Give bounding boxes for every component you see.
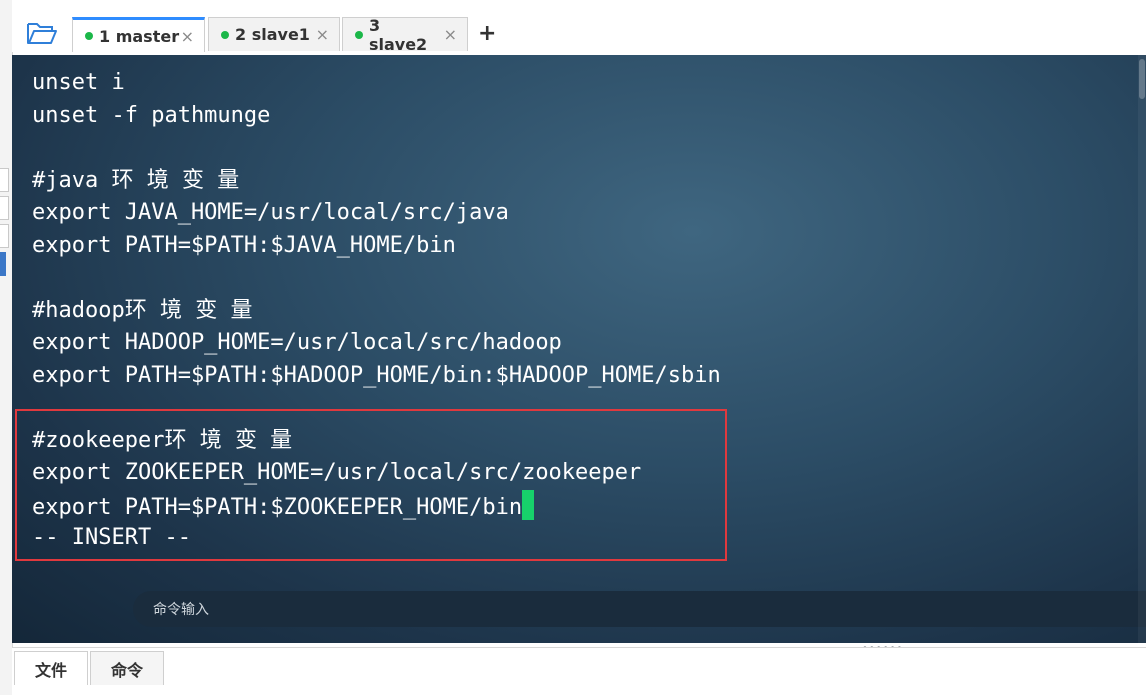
tab-slave2[interactable]: 3 slave2 × (342, 15, 468, 54)
tab-files[interactable]: 文件 (14, 651, 88, 685)
tab-slave1[interactable]: 2 slave1 × (208, 17, 340, 51)
tab-label: 命令 (110, 660, 143, 680)
terminal-line: export PATH=$PATH:$HADOOP_HOME/bin:$HADO… (32, 360, 721, 393)
terminal-line-text: unset -f pathmunge (32, 102, 271, 128)
terminal-line: unset -f pathmunge (32, 100, 721, 133)
tab-master[interactable]: 1 master × (72, 17, 205, 52)
title-strip (12, 0, 1146, 14)
terminal-line: #hadoop环 境 变 量 (32, 295, 721, 328)
close-icon[interactable]: × (316, 25, 329, 44)
terminal-line: #java 环 境 变 量 (32, 165, 721, 198)
connected-status-dot (355, 30, 363, 39)
close-icon[interactable]: × (444, 25, 457, 44)
terminal-line-text: #java 环 境 变 量 (32, 167, 240, 193)
connected-status-dot (221, 30, 229, 39)
scrollbar-thumb[interactable] (1139, 59, 1145, 99)
open-folder-button[interactable] (26, 20, 58, 46)
connected-status-dot (85, 32, 93, 40)
sliver-block (0, 168, 9, 192)
bottom-panel-tabs: 文件 命令 (12, 647, 1146, 696)
tab-label: 1 master (99, 26, 180, 46)
folder-open-icon (27, 23, 57, 44)
terminal-line-text: unset i (32, 70, 125, 95)
terminal-scrollbar[interactable] (1138, 55, 1146, 643)
sliver-selection (0, 252, 6, 276)
command-input-placeholder: 命令输入 (153, 602, 209, 618)
terminal-line: export JAVA_HOME=/usr/local/src/java (32, 197, 721, 230)
terminal-line-text: export PATH=$PATH:$JAVA_HOME/bin (32, 232, 456, 258)
terminal-line: export PATH=$PATH:$JAVA_HOME/bin (32, 230, 721, 263)
tab-label: 文件 (34, 660, 67, 680)
terminal-line-text: export PATH=$PATH:$HADOOP_HOME/bin:$HADO… (32, 362, 721, 388)
terminal-line-text: export HADOOP_HOME=/usr/local/src/hadoop (32, 330, 562, 355)
terminal-line-text: #hadoop环 境 变 量 (32, 297, 253, 323)
session-tab-bar: 1 master × 2 slave1 × 3 slave2 × + (12, 14, 1146, 54)
close-icon[interactable]: × (181, 27, 194, 46)
command-input[interactable]: 命令输入 (133, 591, 1146, 627)
terminal-line-text: export JAVA_HOME=/usr/local/src/java (32, 200, 509, 225)
terminal-line: unset i (32, 67, 721, 100)
tab-commands[interactable]: 命令 (90, 651, 164, 685)
tab-label: 2 slave1 (235, 25, 310, 44)
sliver-block (0, 196, 9, 220)
tab-label: 3 slave2 (368, 15, 428, 54)
zookeeper-highlight-box (15, 409, 727, 561)
terminal-line: export HADOOP_HOME=/usr/local/src/hadoop (32, 327, 721, 360)
terminal-pane[interactable]: unset i unset -f pathmunge #java 环 境 变 量 ex… (12, 55, 1146, 643)
sliver-block (0, 224, 9, 248)
add-tab-button[interactable]: + (478, 22, 496, 46)
